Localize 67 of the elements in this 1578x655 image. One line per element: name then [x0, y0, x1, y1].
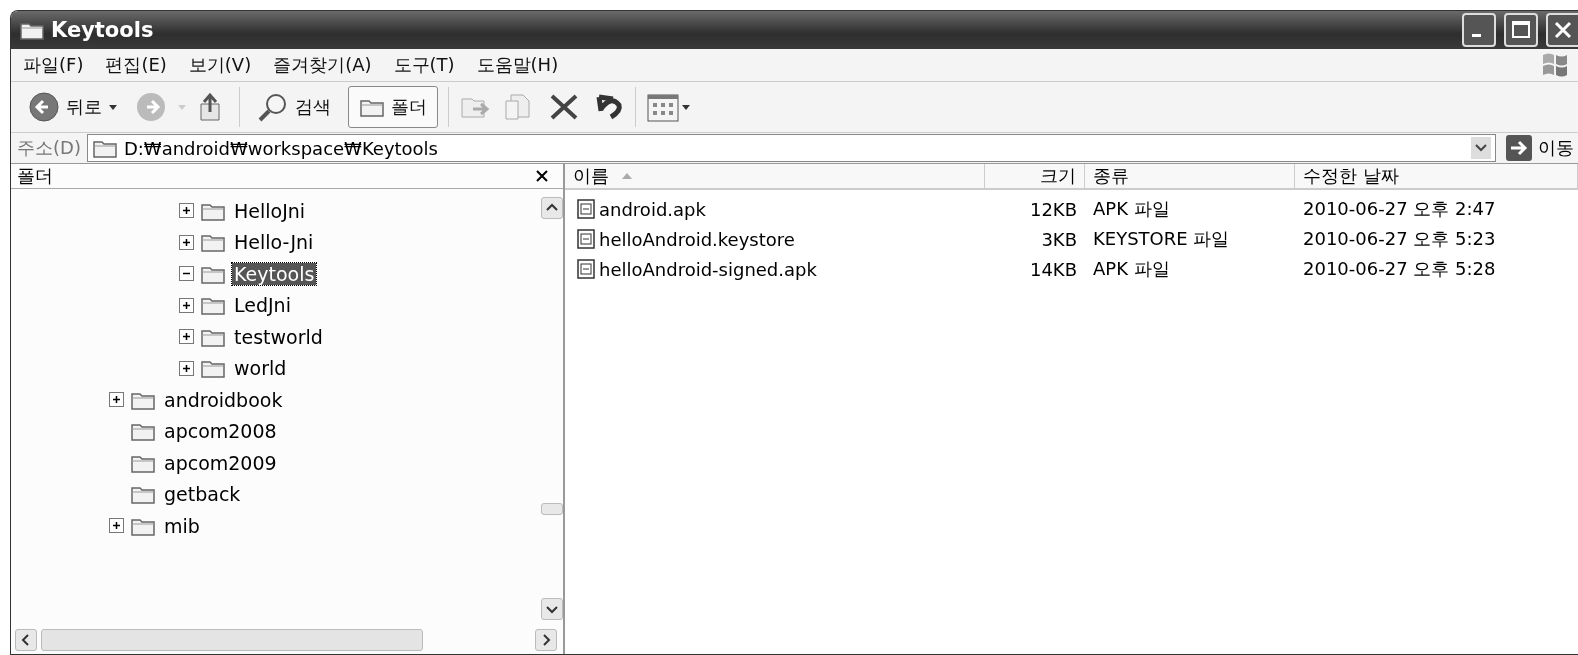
expand-icon[interactable]	[179, 329, 194, 345]
window-title: Keytools	[51, 18, 155, 42]
file-name[interactable]: helloAndroid-signed.apk	[599, 258, 817, 280]
back-button[interactable]: 뒤로	[21, 86, 125, 128]
minimize-button[interactable]	[1462, 13, 1496, 47]
expand-icon[interactable]	[179, 360, 194, 376]
folder-item[interactable]: getback	[162, 483, 243, 506]
menu-item[interactable]: 보기(V)	[188, 53, 252, 77]
table-cell-text: 3KB	[1040, 228, 1078, 250]
file-icon	[577, 199, 595, 219]
column-header[interactable]: 이름	[565, 164, 985, 188]
menu-item[interactable]: 도구(T)	[393, 53, 455, 77]
collapse-icon[interactable]	[179, 266, 194, 282]
address-label: 주소(D)	[17, 136, 81, 160]
views-icon[interactable]	[646, 91, 692, 123]
pane-title: 폴더	[17, 164, 53, 188]
dropdown-button[interactable]	[1471, 137, 1491, 159]
menu-item[interactable]: 파일(F)	[23, 53, 84, 77]
scroll-right-button[interactable]	[535, 629, 557, 651]
folder-item[interactable]: apcom2009	[162, 451, 279, 474]
table-cell-text: KEYSTORE 파일	[1092, 227, 1231, 251]
column-header[interactable]: 수정한 날짜	[1295, 164, 1578, 188]
folder-item[interactable]: LedJni	[232, 294, 293, 317]
folder-item[interactable]: androidbook	[162, 388, 285, 411]
folder-item[interactable]: Hello-Jni	[232, 231, 316, 254]
close-icon[interactable]	[535, 169, 549, 183]
table-cell-text: 2010-06-27 오후 5:28	[1302, 257, 1497, 281]
file-name[interactable]: android.apk	[599, 198, 706, 220]
table-cell-text: APK 파일	[1092, 257, 1171, 281]
scroll-thumb[interactable]	[41, 629, 423, 651]
windows-logo-icon	[1540, 51, 1570, 79]
folder-item[interactable]: mib	[162, 514, 202, 537]
folder-item[interactable]: testworld	[232, 325, 325, 348]
search-button[interactable]: 검색	[250, 86, 338, 128]
table-cell-text: 12KB	[1028, 198, 1078, 220]
folder-item[interactable]: apcom2008	[162, 420, 279, 443]
file-name[interactable]: helloAndroid.keystore	[599, 228, 795, 250]
expand-icon[interactable]	[179, 234, 194, 250]
address-field[interactable]: D:₩android₩workspace₩Keytools	[86, 134, 1496, 162]
search-icon	[257, 91, 289, 123]
folder-item[interactable]: world	[232, 357, 289, 380]
expand-icon[interactable]	[179, 203, 194, 219]
menu-item[interactable]: 편집(E)	[105, 53, 167, 77]
scroll-left-button[interactable]	[15, 629, 37, 651]
column-header[interactable]: 크기	[985, 164, 1085, 188]
menu-item[interactable]: 즐겨찾기(A)	[273, 53, 372, 77]
scroll-down-button[interactable]	[541, 598, 563, 620]
folder-item[interactable]: Keytools	[232, 262, 317, 285]
column-header[interactable]: 종류	[1085, 164, 1295, 188]
file-icon	[577, 259, 595, 279]
table-cell-text: 2010-06-27 오후 2:47	[1302, 197, 1497, 221]
menu-item[interactable]: 도움말(H)	[476, 53, 559, 77]
table-cell-text: 2010-06-27 오후 5:23	[1302, 227, 1497, 251]
maximize-button[interactable]	[1504, 13, 1538, 47]
caret-icon	[108, 103, 118, 111]
file-icon	[577, 229, 595, 249]
expand-icon[interactable]	[109, 392, 124, 408]
close-button[interactable]	[1546, 13, 1578, 47]
scroll-up-button[interactable]	[541, 197, 563, 219]
expand-icon[interactable]	[179, 297, 194, 313]
folders-button[interactable]: 폴더	[348, 86, 438, 128]
go-button[interactable]: 이동	[1502, 135, 1578, 161]
scroll-thumb[interactable]	[541, 502, 563, 515]
expand-icon[interactable]	[109, 518, 124, 534]
table-cell-text: APK 파일	[1092, 197, 1171, 221]
folder-item[interactable]: HelloJni	[232, 199, 308, 222]
table-cell-text: 14KB	[1028, 258, 1078, 280]
